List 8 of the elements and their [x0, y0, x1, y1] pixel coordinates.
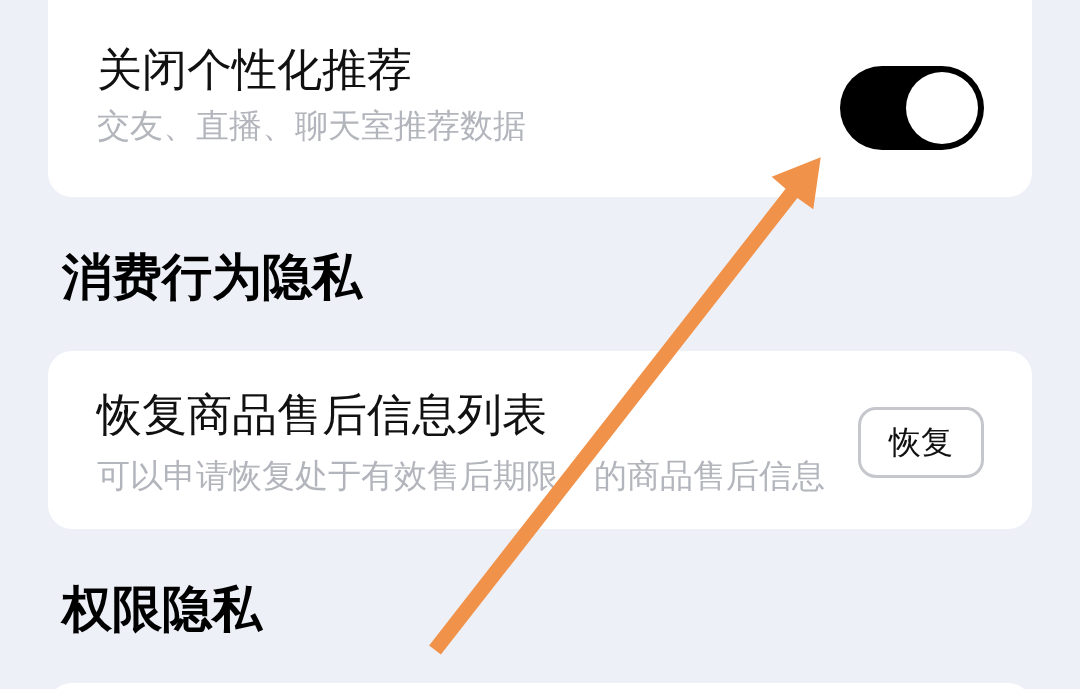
restore-button[interactable]: 恢复: [858, 407, 984, 478]
section-heading: 权限隐私: [62, 579, 262, 639]
setting-title: 关闭个性化推荐: [97, 43, 412, 98]
section-heading: 消费行为隐私: [62, 247, 362, 307]
setting-description: 的商品售后信息: [593, 459, 825, 493]
setting-title: 恢复商品售后信息列表: [97, 388, 547, 443]
setting-description: 交友、直播、聊天室推荐数据: [97, 109, 526, 143]
setting-description: 可以申请恢复处于有效售后期限: [97, 459, 559, 493]
